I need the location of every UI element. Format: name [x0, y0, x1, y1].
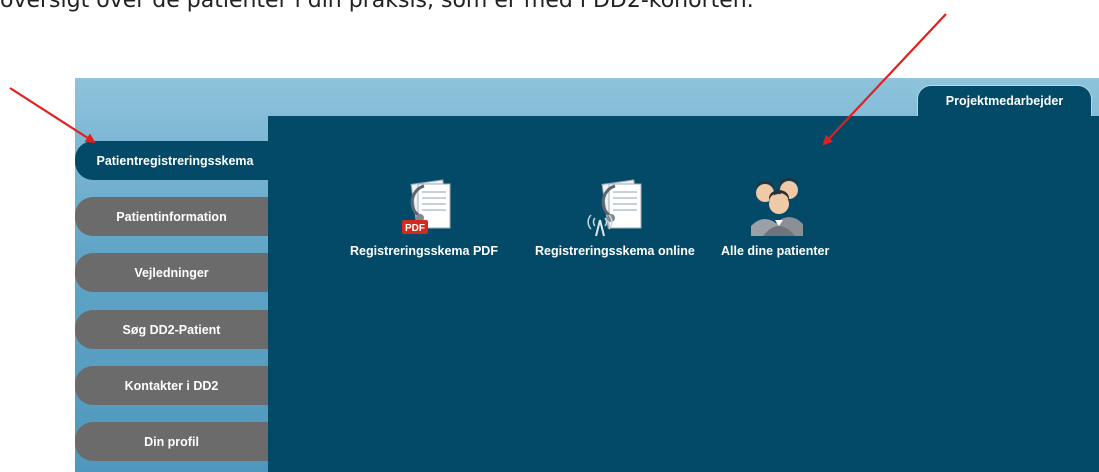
sidebar-item-patientregistreringsskema[interactable]: Patientregistreringsskema [75, 141, 275, 180]
sidebar-item-patientinformation[interactable]: Patientinformation [75, 197, 268, 236]
content-panel: PDF Registreringsskema PDF Registrerings… [268, 116, 1099, 472]
tile-registreringsskema-pdf[interactable]: PDF Registreringsskema PDF [350, 176, 498, 258]
app-window: Projektmedarbejder PDF Registreringsskem… [75, 78, 1099, 472]
sidebar-item-vejledninger[interactable]: Vejledninger [75, 253, 268, 292]
tile-registreringsskema-online[interactable]: Registreringsskema online [535, 176, 695, 258]
pdf-badge: PDF [405, 223, 425, 234]
stethoscope-document-online-icon [587, 179, 642, 237]
sidebar-item-din-profil[interactable]: Din profil [75, 422, 268, 461]
tab-projektmedarbejder[interactable]: Projektmedarbejder [917, 85, 1092, 116]
people-group-icon [751, 178, 804, 236]
tile-label: Registreringsskema PDF [350, 244, 498, 258]
tile-alle-dine-patienter[interactable]: Alle dine patienter [721, 176, 829, 258]
stethoscope-document-pdf-icon: PDF [401, 179, 451, 234]
sidebar-item-soeg-dd2-patient[interactable]: Søg DD2-Patient [75, 310, 268, 349]
page-caption: oversigt over de patienter i din praksis… [0, 0, 754, 13]
tile-label: Registreringsskema online [535, 244, 695, 258]
sidebar-item-kontakter-i-dd2[interactable]: Kontakter i DD2 [75, 366, 268, 405]
tile-label: Alle dine patienter [721, 244, 830, 258]
